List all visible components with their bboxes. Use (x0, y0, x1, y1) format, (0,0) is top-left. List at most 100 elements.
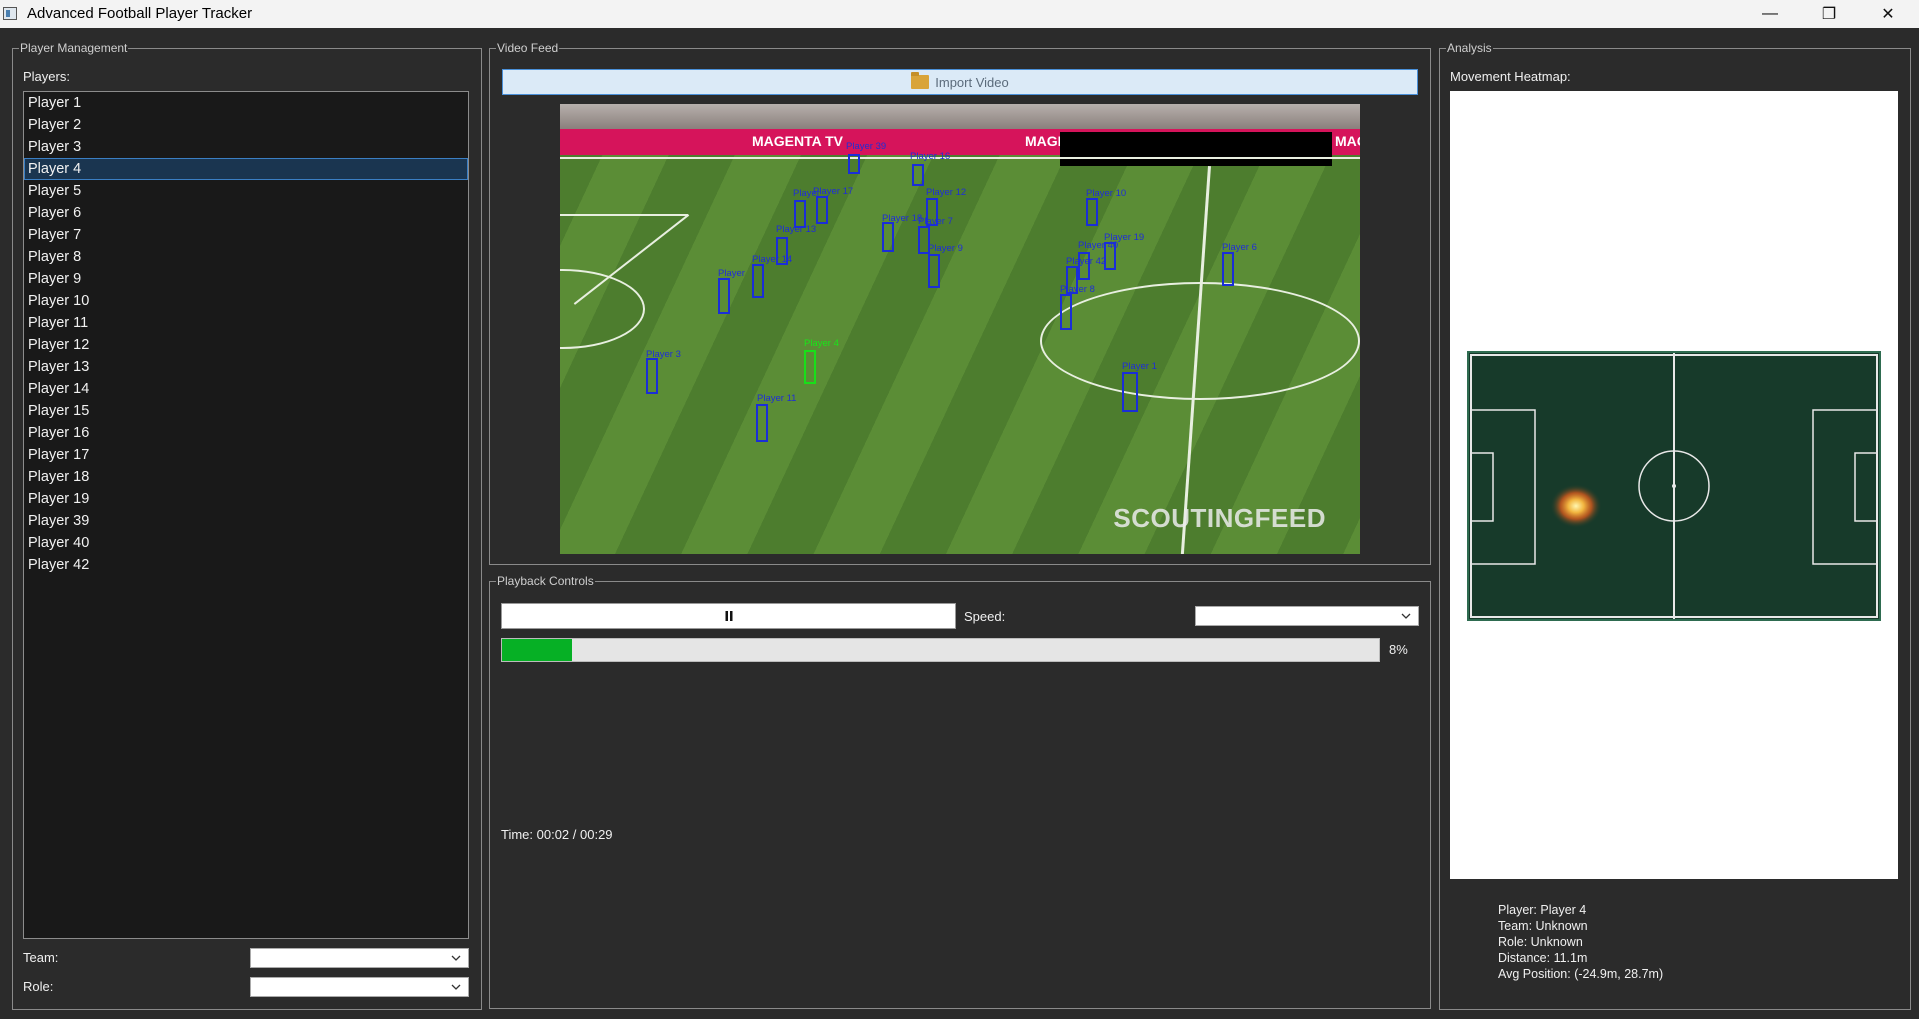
tracking-box (912, 164, 924, 186)
app-icon (3, 7, 17, 20)
info-avg-position: Avg Position: (-24.9m, 28.7m) (1498, 967, 1664, 981)
tracking-box (1086, 198, 1098, 226)
player-list[interactable]: Player 1 Player 2 Player 3 Player 4 Play… (23, 91, 469, 939)
player-list-item[interactable]: Player 14 (24, 378, 468, 400)
player-list-item[interactable]: Player 7 (24, 224, 468, 246)
chevron-down-icon (1401, 613, 1411, 619)
box-line (560, 214, 688, 216)
chevron-down-icon (451, 984, 461, 990)
pause-button[interactable] (501, 603, 956, 629)
player-tag: Player 9 (928, 243, 963, 254)
playback-progress-bar[interactable] (501, 638, 1380, 662)
player-tag: Player 6 (1222, 242, 1257, 253)
player-tag: Player 40 (1078, 240, 1119, 251)
chevron-down-icon (451, 955, 461, 961)
player-list-item[interactable]: Player 42 (24, 554, 468, 576)
player-list-item[interactable]: Player 2 (24, 114, 468, 136)
info-role: Role: Unknown (1498, 935, 1583, 949)
players-label: Players: (23, 69, 70, 84)
player-tag: Player (793, 188, 820, 199)
player-list-item[interactable]: Player 5 (24, 180, 468, 202)
player-tag: Player 10 (1086, 188, 1127, 199)
scoutingfeed-watermark: SCOUTINGFEED (1113, 503, 1326, 533)
tracking-box (752, 264, 764, 298)
player-tag: Player 1 (1122, 361, 1157, 372)
group-title: Player Management (19, 41, 129, 55)
group-title: Video Feed (496, 41, 560, 55)
window-title: Advanced Football Player Tracker (27, 5, 253, 22)
player-list-item[interactable]: Player 1 (24, 92, 468, 114)
ad-text: MAGENTA TV (752, 133, 843, 149)
tracking-box (718, 278, 730, 314)
center-circle (1040, 282, 1360, 400)
folder-icon (911, 72, 930, 89)
player-tag: Player (718, 268, 745, 279)
progress-fill (502, 639, 573, 661)
time-display: Time: 00:02 / 00:29 (501, 827, 613, 842)
player-tag: Player 16 (910, 151, 951, 162)
role-label: Role: (23, 979, 54, 994)
progress-percent: 8% (1389, 642, 1408, 657)
heat-spot (1550, 484, 1602, 528)
group-title: Playback Controls (496, 574, 595, 588)
tracking-box (756, 404, 768, 442)
player-list-item[interactable]: Player 40 (24, 532, 468, 554)
player-list-item[interactable]: Player 12 (24, 334, 468, 356)
heatmap-label: Movement Heatmap: (1450, 69, 1571, 84)
tracking-box (1122, 372, 1138, 412)
tracking-box (848, 154, 860, 174)
player-list-item[interactable]: Player 9 (24, 268, 468, 290)
tracking-box (882, 222, 894, 252)
info-team: Team: Unknown (1498, 919, 1588, 933)
info-player: Player: Player 4 (1498, 903, 1587, 917)
player-list-item[interactable]: Player 11 (24, 312, 468, 334)
group-title: Analysis (1446, 41, 1493, 55)
video-frame[interactable]: MAGENTA TV MAGE MAG SCOUTINGFEED Player … (560, 104, 1360, 554)
player-tag: Player 7 (918, 216, 953, 227)
tracking-box (816, 196, 828, 224)
tracking-box (1222, 252, 1234, 286)
player-list-item[interactable]: Player 16 (24, 422, 468, 444)
player-list-item[interactable]: Player 3 (24, 136, 468, 158)
player-tag: Player 12 (926, 187, 967, 198)
touch-line (560, 157, 1360, 159)
stadium-stands (560, 104, 1360, 129)
player-tag: Player 14 (752, 254, 793, 265)
role-combobox[interactable] (250, 977, 469, 997)
player-list-item[interactable]: Player 10 (24, 290, 468, 312)
import-video-label: Import Video (935, 74, 1009, 90)
import-video-button[interactable]: Import Video (502, 69, 1418, 95)
ad-text: MAG (1335, 133, 1360, 149)
player-tag: Player 3 (646, 349, 681, 360)
speed-label: Speed: (964, 609, 1006, 624)
player-list-item[interactable]: Player 8 (24, 246, 468, 268)
info-distance: Distance: 11.1m (1498, 951, 1588, 965)
player-list-item[interactable]: Player 19 (24, 488, 468, 510)
team-combobox[interactable] (250, 948, 469, 968)
maximize-button[interactable]: ❐ (1806, 0, 1852, 28)
player-list-item-selected[interactable]: Player 4 (24, 158, 468, 180)
speed-combobox[interactable] (1195, 606, 1419, 626)
movement-heatmap (1450, 91, 1898, 879)
tracking-box (1060, 294, 1072, 330)
player-list-item[interactable]: Player 15 (24, 400, 468, 422)
player-list-item[interactable]: Player 6 (24, 202, 468, 224)
title-bar: Advanced Football Player Tracker — ❐ ✕ (0, 0, 1919, 28)
team-label: Team: (23, 950, 59, 965)
player-list-item[interactable]: Player 17 (24, 444, 468, 466)
player-list-item[interactable]: Player 39 (24, 510, 468, 532)
tracking-box (928, 254, 940, 288)
tracking-box (646, 358, 658, 394)
heatmap-pitch (1467, 351, 1881, 621)
player-list-item[interactable]: Player 13 (24, 356, 468, 378)
player-tag: Player 11 (757, 393, 797, 404)
player-tag: Player 8 (1060, 284, 1095, 295)
redaction-box (1060, 132, 1332, 166)
minimize-button[interactable]: — (1747, 0, 1793, 28)
player-tag: Player 13 (776, 224, 817, 235)
pitch-markings (1470, 353, 1878, 619)
player-tag: Player 42 (1066, 256, 1107, 267)
close-button[interactable]: ✕ (1865, 0, 1911, 28)
pause-icon (725, 611, 732, 621)
player-list-item[interactable]: Player 18 (24, 466, 468, 488)
